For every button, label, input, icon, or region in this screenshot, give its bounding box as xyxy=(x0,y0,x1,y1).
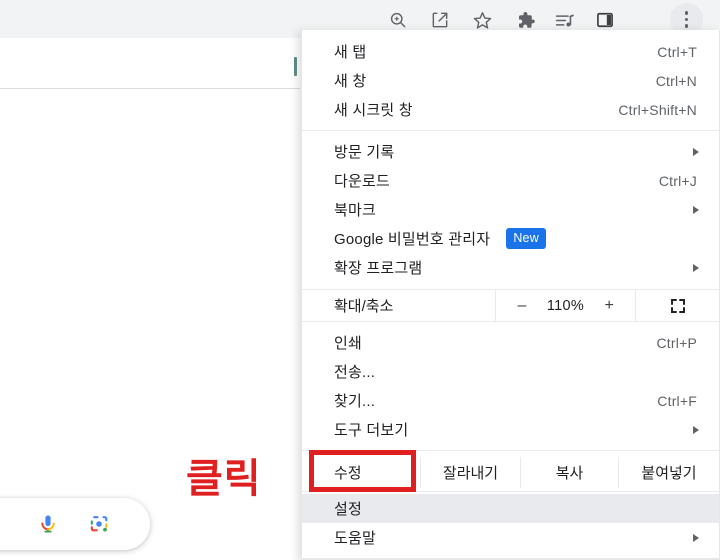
extensions-puzzle-icon[interactable] xyxy=(513,8,537,32)
menu-item-label: 도구 더보기 xyxy=(334,422,409,439)
microphone-icon[interactable] xyxy=(36,512,60,536)
annotation-click-text: 클릭 xyxy=(186,456,262,502)
side-panel-icon[interactable] xyxy=(593,8,617,32)
zoom-label: 확대/축소 xyxy=(334,298,394,315)
menu-item-shortcut: Ctrl+N xyxy=(655,72,697,89)
menu-item-label: 전송... xyxy=(334,364,376,381)
chevron-right-icon xyxy=(693,425,699,434)
zoom-controls: – 110% + xyxy=(495,290,636,321)
menu-item-history[interactable]: 방문 기록 xyxy=(302,137,719,166)
menu-item-shortcut: Ctrl+T xyxy=(657,43,697,60)
share-icon[interactable] xyxy=(428,8,452,32)
menu-dot xyxy=(684,17,689,22)
media-list-icon[interactable] xyxy=(552,8,576,32)
edit-row-label: 수정 xyxy=(334,465,362,482)
text-caret xyxy=(294,57,297,76)
menu-divider xyxy=(302,450,719,451)
menu-divider xyxy=(302,491,719,492)
menu-item-label: 도움말 xyxy=(334,530,377,547)
menu-item-label: 다운로드 xyxy=(334,173,391,190)
bookmark-star-icon[interactable] xyxy=(470,8,494,32)
menu-item-cast[interactable]: 전송... xyxy=(302,357,719,386)
menu-item-shortcut: Ctrl+Shift+N xyxy=(618,101,697,118)
edit-cut-button[interactable]: 잘라내기 xyxy=(420,457,520,488)
google-lens-icon[interactable] xyxy=(87,512,111,536)
menu-divider xyxy=(302,130,719,131)
fullscreen-icon xyxy=(670,298,685,313)
menu-item-new-tab[interactable]: 새 탭 Ctrl+T xyxy=(302,37,719,66)
menu-item-label: 찾기... xyxy=(334,393,376,410)
edit-copy-button[interactable]: 복사 xyxy=(520,457,618,488)
menu-item-extensions[interactable]: 확장 프로그램 xyxy=(302,253,719,282)
menu-item-label: 설정 xyxy=(334,501,363,518)
menu-item-settings[interactable]: 설정 xyxy=(302,494,719,523)
menu-dot xyxy=(684,24,689,28)
menu-item-label: 확장 프로그램 xyxy=(334,260,423,277)
edit-paste-button[interactable]: 붙여넣기 xyxy=(618,457,719,488)
menu-item-label: 인쇄 xyxy=(334,335,363,352)
menu-item-label: Google 비밀번호 관리자 xyxy=(334,231,491,248)
chevron-right-icon xyxy=(693,205,699,214)
menu-item-shortcut: Ctrl+P xyxy=(656,334,697,351)
menu-item-print[interactable]: 인쇄 Ctrl+P xyxy=(302,328,719,357)
google-search-box[interactable] xyxy=(0,498,150,550)
menu-item-downloads[interactable]: 다운로드 Ctrl+J xyxy=(302,166,719,195)
menu-item-label: 북마크 xyxy=(334,202,377,219)
chrome-main-menu: 새 탭 Ctrl+T 새 창 Ctrl+N 새 시크릿 창 Ctrl+Shift… xyxy=(301,30,720,560)
menu-item-password-manager[interactable]: Google 비밀번호 관리자 New xyxy=(302,224,719,253)
menu-item-bookmarks[interactable]: 북마크 xyxy=(302,195,719,224)
new-badge: New xyxy=(506,227,546,250)
zoom-in-button[interactable]: + xyxy=(602,297,616,315)
zoom-out-button[interactable]: – xyxy=(515,297,529,315)
menu-item-shortcut: Ctrl+J xyxy=(658,172,697,189)
chevron-right-icon xyxy=(693,147,699,156)
chevron-right-icon xyxy=(693,263,699,272)
zoom-row: 확대/축소 – 110% + xyxy=(302,289,719,322)
menu-dot xyxy=(684,11,689,15)
menu-item-new-incognito-window[interactable]: 새 시크릿 창 Ctrl+Shift+N xyxy=(302,95,719,124)
edit-row: 수정 잘라내기 복사 붙여넣기 xyxy=(302,457,719,488)
menu-item-label: 새 시크릿 창 xyxy=(334,102,413,119)
menu-divider xyxy=(302,558,719,559)
menu-item-find[interactable]: 찾기... Ctrl+F xyxy=(302,386,719,415)
zoom-search-icon[interactable] xyxy=(386,8,410,32)
menu-item-label: 새 탭 xyxy=(334,44,367,61)
menu-item-shortcut: Ctrl+F xyxy=(657,392,697,409)
menu-item-help[interactable]: 도움말 xyxy=(302,523,719,552)
zoom-percent-value: 110% xyxy=(546,297,585,314)
chevron-right-icon xyxy=(693,533,699,542)
menu-item-more-tools[interactable]: 도구 더보기 xyxy=(302,415,719,444)
fullscreen-button[interactable] xyxy=(636,290,719,321)
menu-item-label: 방문 기록 xyxy=(334,144,395,161)
browser-window: 새 탭 Ctrl+T 새 창 Ctrl+N 새 시크릿 창 Ctrl+Shift… xyxy=(0,0,720,560)
menu-item-new-window[interactable]: 새 창 Ctrl+N xyxy=(302,66,719,95)
menu-item-label: 새 창 xyxy=(334,73,367,90)
